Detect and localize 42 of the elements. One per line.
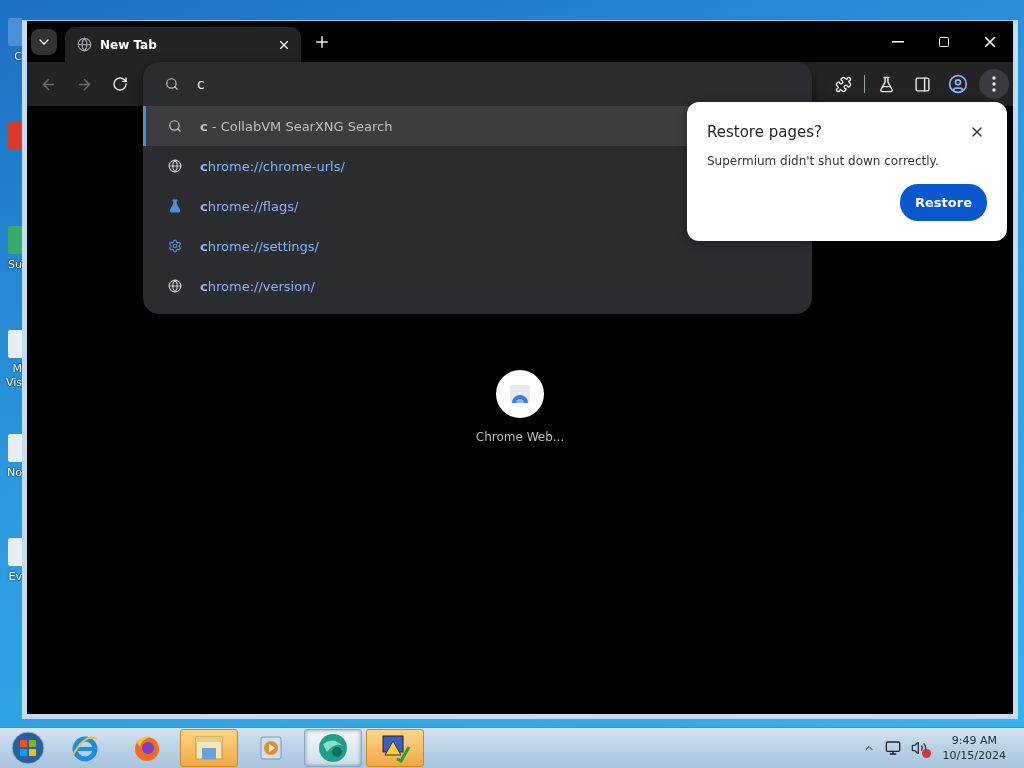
gear-icon: [168, 239, 182, 253]
desktop-icon-label: Ev: [7, 570, 22, 584]
puzzle-icon: [834, 75, 852, 93]
search-icon: [165, 77, 179, 91]
globe-icon: [168, 159, 182, 173]
flask-icon: [877, 75, 895, 93]
suggestion-item[interactable]: chrome://flags/: [143, 186, 812, 226]
flask-icon: [168, 199, 182, 213]
globe-icon: [77, 37, 92, 52]
windows-logo-icon: [11, 731, 45, 765]
suggestion-item[interactable]: chrome://settings/: [143, 226, 812, 266]
search-icon: [168, 119, 182, 133]
globe-app-icon: [317, 732, 349, 764]
speaker-icon: [910, 740, 927, 756]
clock[interactable]: 9:49 AM 10/15/2024: [942, 733, 1006, 763]
suggestion-item[interactable]: chrome://version/: [143, 266, 812, 306]
restore-button[interactable]: Restore: [900, 184, 987, 221]
tab-search-button[interactable]: [31, 28, 57, 55]
more-icon: [992, 76, 996, 92]
desktop-icon-label: No: [6, 466, 22, 480]
folder-icon: [194, 734, 224, 762]
taskbar-button[interactable]: [366, 729, 424, 767]
avatar-icon: [948, 74, 968, 94]
media-player-icon: [258, 735, 284, 761]
dialog-message: Supermium didn't shut down correctly.: [707, 154, 940, 168]
reload-icon: [112, 76, 128, 92]
shortcut-tile[interactable]: Chrome Web...: [475, 370, 565, 444]
mute-icon: [921, 749, 931, 758]
desktop-icon-label: Su: [7, 258, 22, 272]
store-icon: [509, 384, 531, 404]
desktop-icon-label: M Vis: [4, 362, 22, 390]
network-icon[interactable]: [884, 740, 901, 756]
side-panel-icon: [913, 75, 931, 93]
minimize-icon: [892, 40, 904, 43]
monitor-warning-icon: [379, 733, 411, 763]
tab-title: New Tab: [100, 37, 158, 52]
globe-icon: [168, 279, 182, 293]
desktop-icon-label: C: [13, 50, 22, 64]
maximize-icon: [938, 35, 950, 48]
taskbar-button[interactable]: [304, 729, 362, 767]
menu-button[interactable]: [979, 69, 1009, 99]
browser-tab[interactable]: New Tab: [65, 27, 301, 62]
